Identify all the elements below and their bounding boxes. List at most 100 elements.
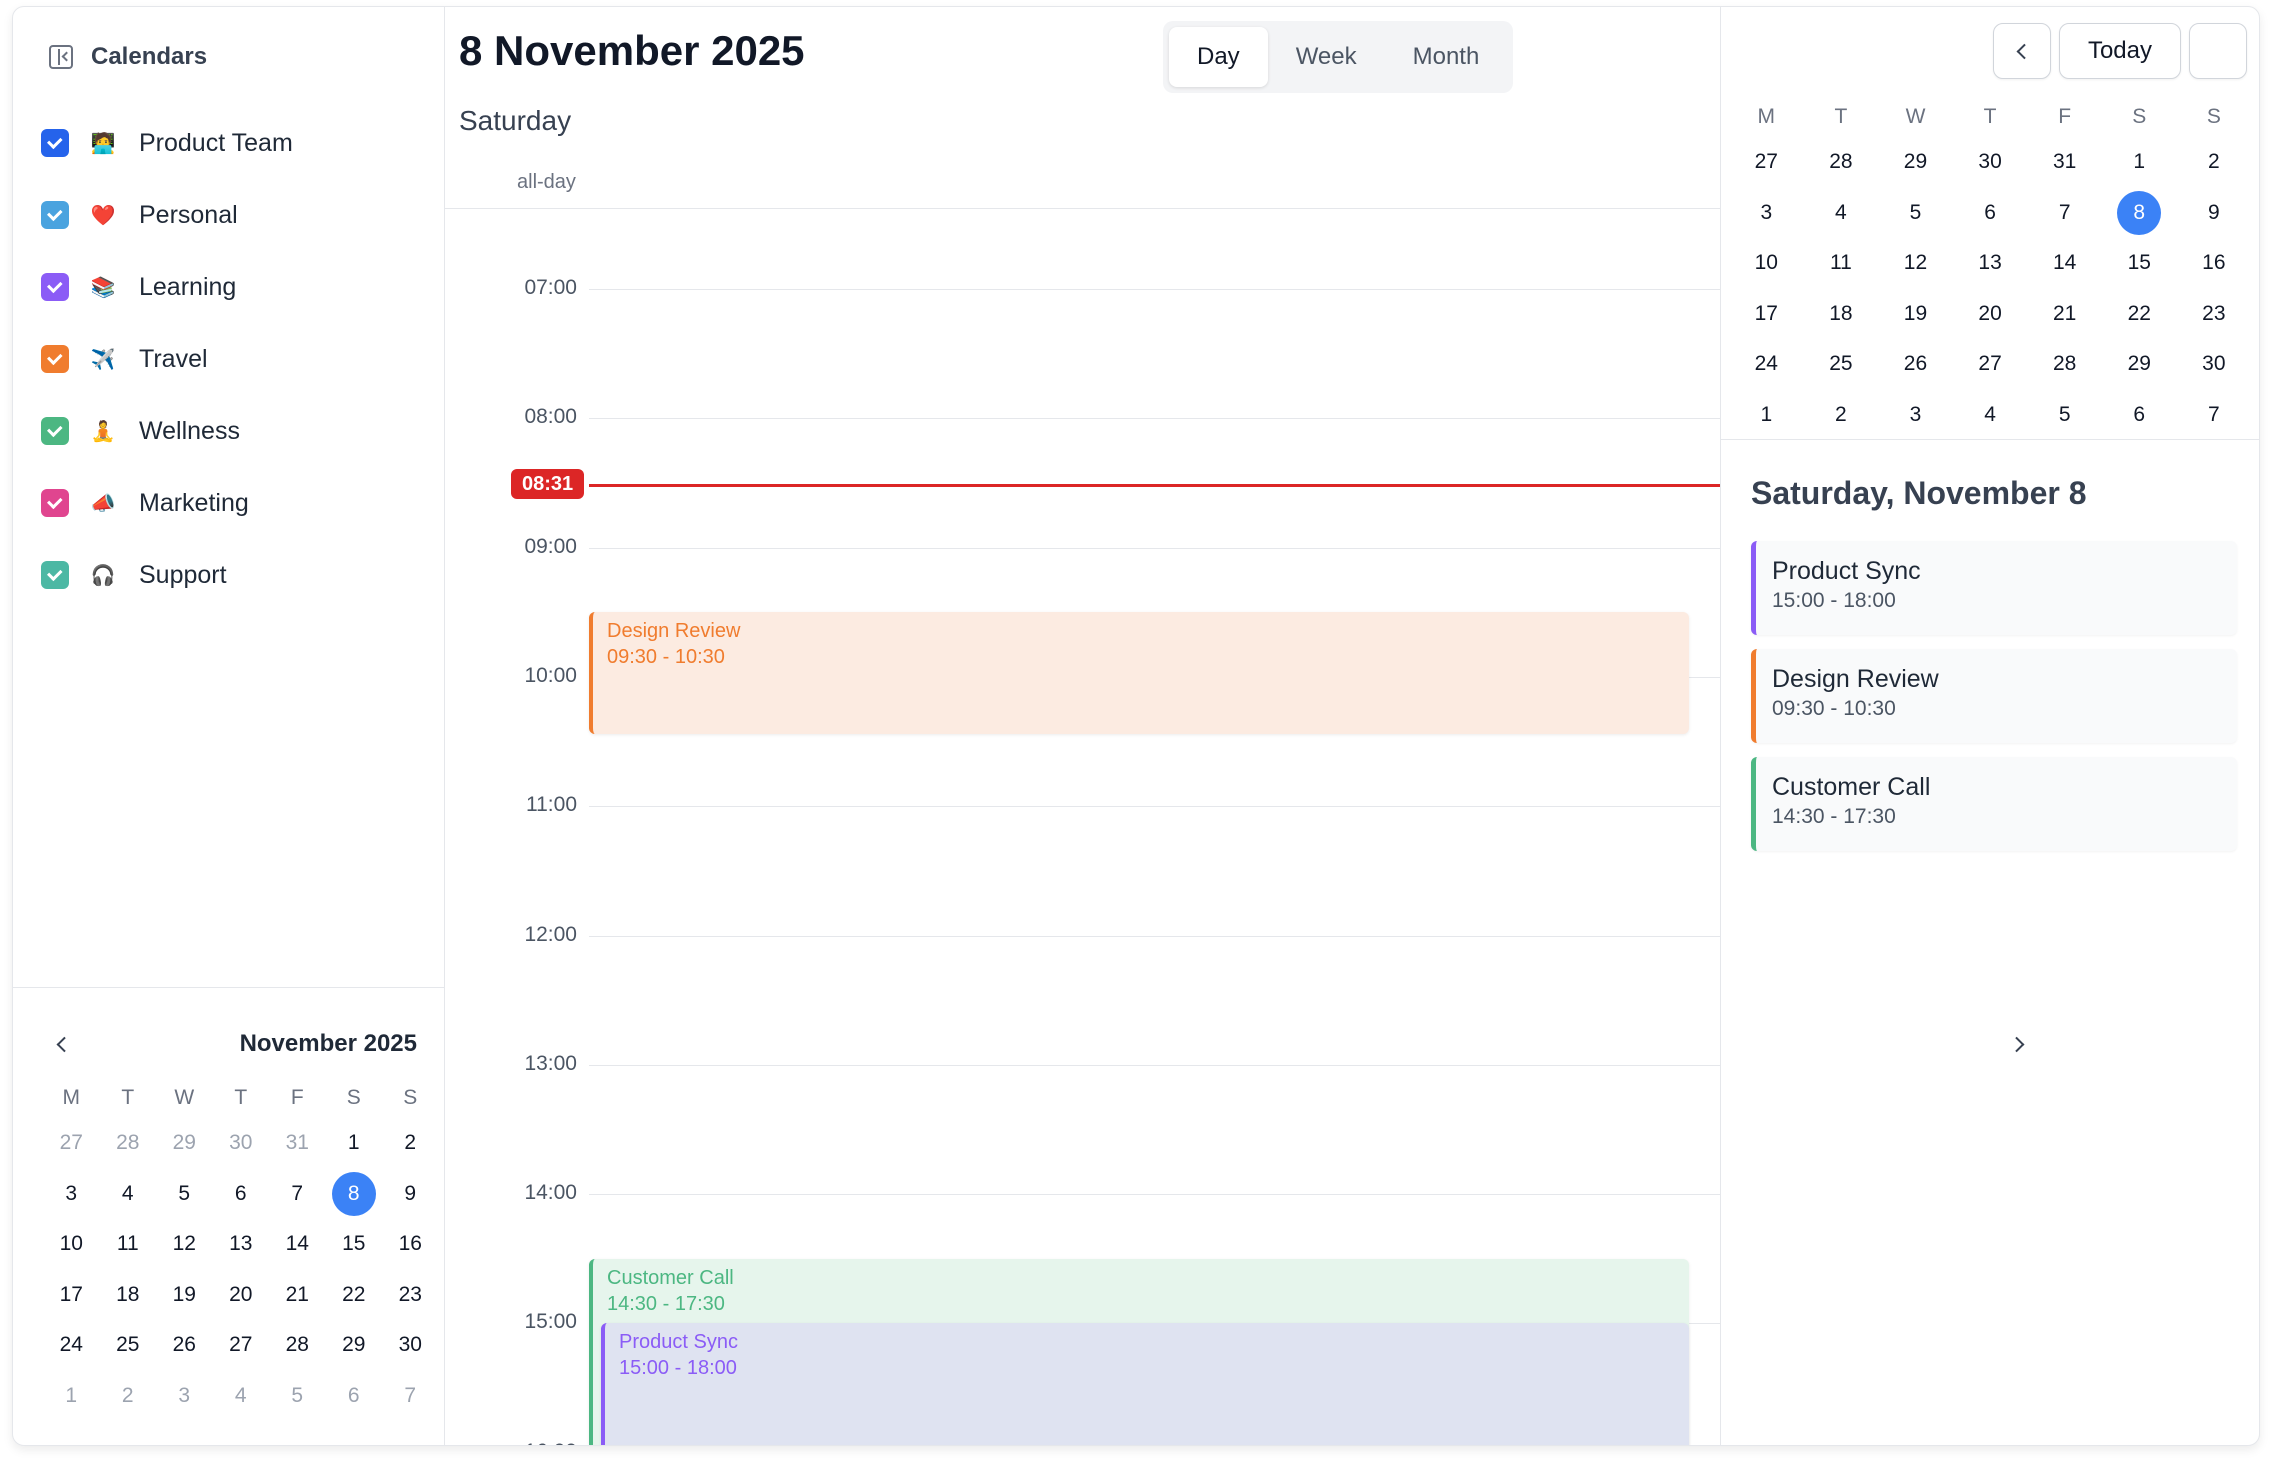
day-cell[interactable]: 7: [269, 1169, 326, 1220]
day-cell[interactable]: 30: [1953, 137, 2028, 188]
day-cell[interactable]: 29: [2102, 339, 2177, 390]
day-cell[interactable]: 25: [1804, 339, 1879, 390]
day-cell[interactable]: 29: [156, 1118, 213, 1169]
day-cell[interactable]: 8: [326, 1169, 383, 1220]
day-cell[interactable]: 31: [269, 1118, 326, 1169]
calendar-item[interactable]: 🧑‍💻 Product Team: [41, 107, 293, 179]
day-cell[interactable]: 9: [382, 1169, 439, 1220]
calendar-item[interactable]: 🎧 Support: [41, 539, 293, 611]
calendar-checkbox[interactable]: [41, 201, 69, 229]
day-cell[interactable]: 29: [1878, 137, 1953, 188]
tab-week[interactable]: Week: [1268, 27, 1385, 87]
day-cell[interactable]: 13: [1953, 238, 2028, 289]
day-cell[interactable]: 30: [213, 1118, 270, 1169]
day-cell[interactable]: 3: [1878, 390, 1953, 441]
tab-day[interactable]: Day: [1169, 27, 1268, 87]
day-cell[interactable]: 19: [156, 1270, 213, 1321]
day-cell[interactable]: 4: [1953, 390, 2028, 441]
today-button[interactable]: Today: [2058, 23, 2181, 79]
calendar-checkbox[interactable]: [41, 561, 69, 589]
day-cell[interactable]: 23: [2177, 289, 2252, 340]
calendar-checkbox[interactable]: [41, 417, 69, 445]
day-cell[interactable]: 22: [326, 1270, 383, 1321]
prev-month-button[interactable]: [41, 1024, 81, 1064]
day-cell[interactable]: 15: [2102, 238, 2177, 289]
day-cell[interactable]: 24: [1729, 339, 1804, 390]
day-cell[interactable]: 7: [2177, 390, 2252, 441]
calendar-item[interactable]: 📣 Marketing: [41, 467, 293, 539]
calendar-item[interactable]: 🧘 Wellness: [41, 395, 293, 467]
day-cell[interactable]: 10: [43, 1219, 100, 1270]
day-cell[interactable]: 15: [326, 1219, 383, 1270]
day-cell[interactable]: 19: [1878, 289, 1953, 340]
day-cell[interactable]: 4: [100, 1169, 157, 1220]
day-cell[interactable]: 5: [2027, 390, 2102, 441]
day-cell[interactable]: 4: [213, 1371, 270, 1422]
day-cell[interactable]: 10: [1729, 238, 1804, 289]
event-block[interactable]: Product Sync 15:00 - 18:00: [601, 1323, 1689, 1445]
selected-day[interactable]: 8: [331, 1171, 376, 1216]
day-cell[interactable]: 24: [43, 1320, 100, 1371]
day-cell[interactable]: 2: [100, 1371, 157, 1422]
agenda-item[interactable]: Product Sync 15:00 - 18:00: [1751, 541, 2237, 635]
day-cell[interactable]: 1: [43, 1371, 100, 1422]
day-cell[interactable]: 17: [1729, 289, 1804, 340]
agenda-item[interactable]: Design Review 09:30 - 10:30: [1751, 649, 2237, 743]
day-cell[interactable]: 2: [2177, 137, 2252, 188]
day-cell[interactable]: 26: [1878, 339, 1953, 390]
day-cell[interactable]: 28: [1804, 137, 1879, 188]
day-cell[interactable]: 27: [43, 1118, 100, 1169]
day-cell[interactable]: 3: [1729, 188, 1804, 239]
day-cell[interactable]: 29: [326, 1320, 383, 1371]
day-cell[interactable]: 16: [2177, 238, 2252, 289]
day-cell[interactable]: 25: [100, 1320, 157, 1371]
prev-day-button[interactable]: [1992, 23, 2051, 79]
calendar-checkbox[interactable]: [41, 129, 69, 157]
day-cell[interactable]: 20: [1953, 289, 2028, 340]
day-cell[interactable]: 6: [213, 1169, 270, 1220]
day-cell[interactable]: 12: [156, 1219, 213, 1270]
day-cell[interactable]: 26: [156, 1320, 213, 1371]
day-cell[interactable]: 21: [269, 1270, 326, 1321]
day-cell[interactable]: 21: [2027, 289, 2102, 340]
day-cell[interactable]: 17: [43, 1270, 100, 1321]
day-cell[interactable]: 20: [213, 1270, 270, 1321]
day-cell[interactable]: 18: [1804, 289, 1879, 340]
day-cell[interactable]: 18: [100, 1270, 157, 1321]
day-cell[interactable]: 2: [1804, 390, 1879, 441]
day-cell[interactable]: 16: [382, 1219, 439, 1270]
day-cell[interactable]: 5: [1878, 188, 1953, 239]
day-cell[interactable]: 1: [2102, 137, 2177, 188]
tab-month[interactable]: Month: [1385, 27, 1508, 87]
day-cell[interactable]: 1: [326, 1118, 383, 1169]
next-day-button[interactable]: [2189, 23, 2247, 79]
day-cell[interactable]: 22: [2102, 289, 2177, 340]
day-cell[interactable]: 14: [269, 1219, 326, 1270]
calendar-item[interactable]: ✈️ Travel: [41, 323, 293, 395]
day-cell[interactable]: 8: [2102, 188, 2177, 239]
day-cell[interactable]: 14: [2027, 238, 2102, 289]
day-cell[interactable]: 28: [2027, 339, 2102, 390]
calendar-item[interactable]: ❤️ Personal: [41, 179, 293, 251]
calendar-checkbox[interactable]: [41, 489, 69, 517]
selected-day[interactable]: 8: [2117, 190, 2162, 235]
calendar-checkbox[interactable]: [41, 345, 69, 373]
calendar-checkbox[interactable]: [41, 273, 69, 301]
day-cell[interactable]: 1: [1729, 390, 1804, 441]
day-cell[interactable]: 7: [382, 1371, 439, 1422]
day-cell[interactable]: 9: [2177, 188, 2252, 239]
day-cell[interactable]: 23: [382, 1270, 439, 1321]
day-cell[interactable]: 30: [382, 1320, 439, 1371]
calendar-item[interactable]: 📚 Learning: [41, 251, 293, 323]
day-cell[interactable]: 2: [382, 1118, 439, 1169]
day-cell[interactable]: 3: [156, 1371, 213, 1422]
day-cell[interactable]: 3: [43, 1169, 100, 1220]
sidebar-toggle-icon[interactable]: [49, 45, 73, 69]
day-cell[interactable]: 13: [213, 1219, 270, 1270]
day-cell[interactable]: 27: [1729, 137, 1804, 188]
day-cell[interactable]: 6: [1953, 188, 2028, 239]
day-cell[interactable]: 11: [1804, 238, 1879, 289]
day-cell[interactable]: 31: [2027, 137, 2102, 188]
day-cell[interactable]: 6: [2102, 390, 2177, 441]
day-cell[interactable]: 7: [2027, 188, 2102, 239]
